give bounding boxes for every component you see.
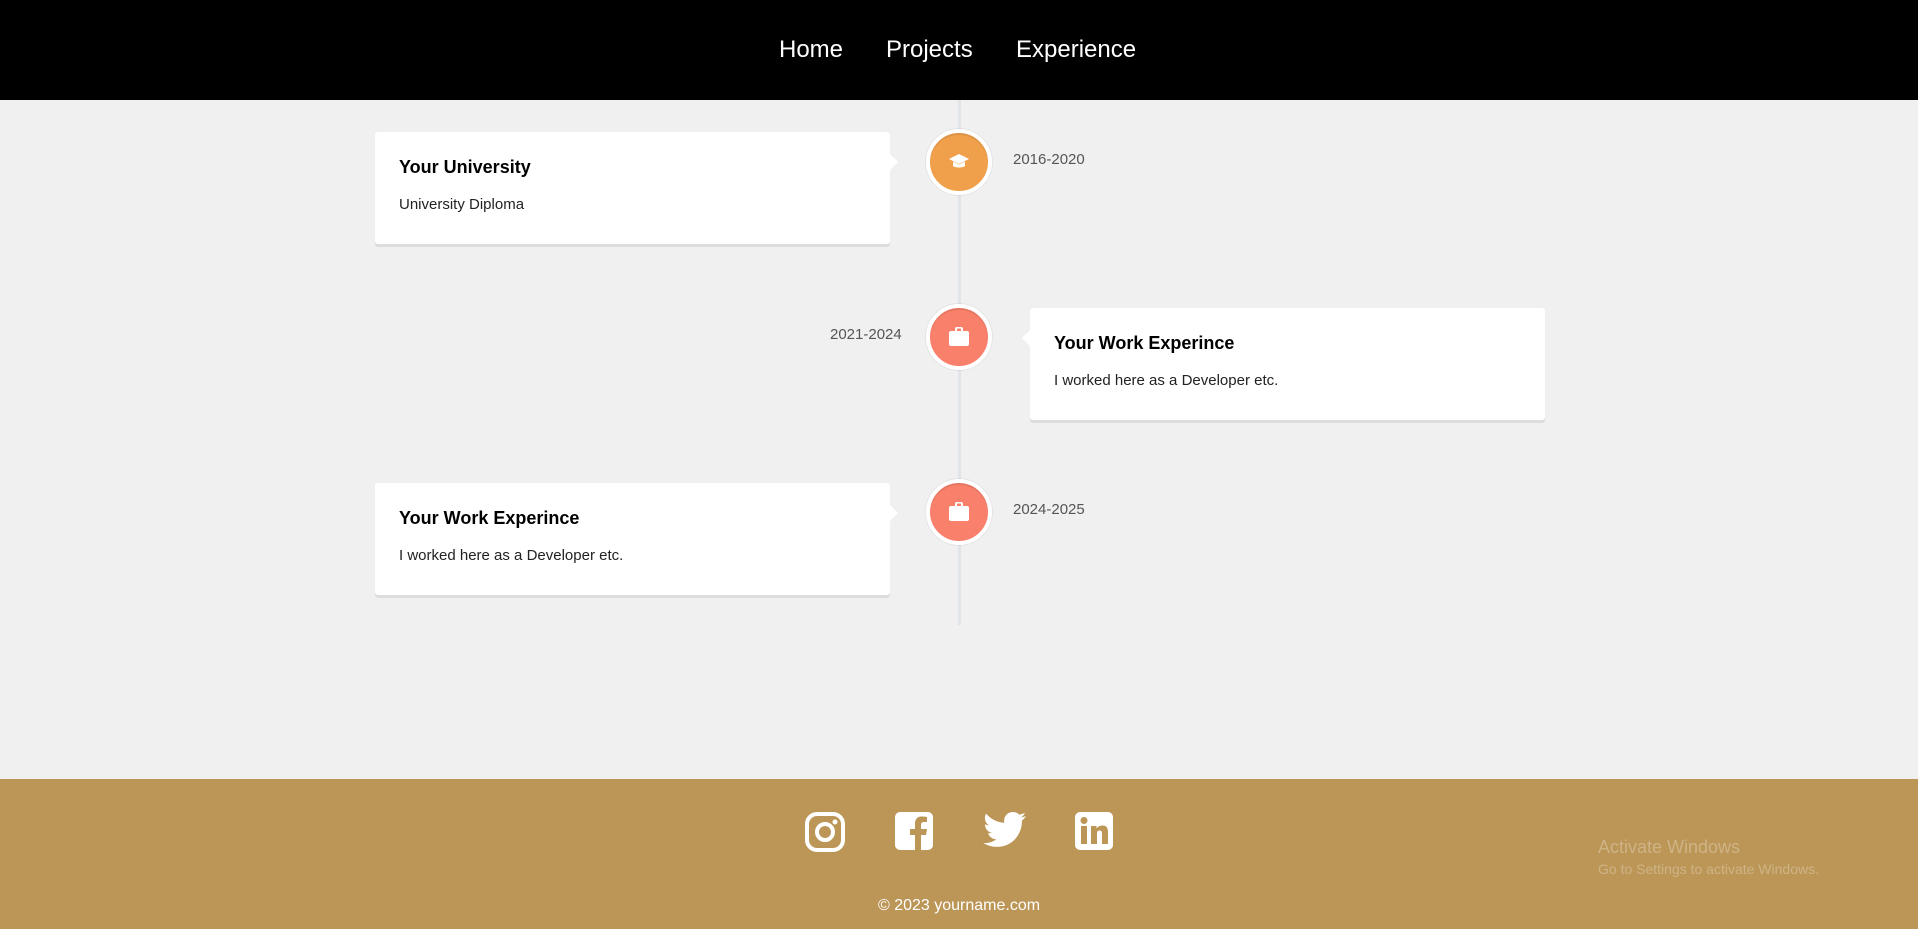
nav-link-experience[interactable]: Experience [1016, 36, 1136, 64]
timeline-card-work-2: Your Work Experince I worked here as a D… [375, 483, 898, 595]
copyright-text: © 2023 yourname.com [877, 897, 1041, 914]
top-navbar: Home Projects Experience [0, 0, 1918, 100]
twitter-icon[interactable] [983, 811, 1026, 853]
facebook-icon[interactable] [894, 811, 936, 853]
timeline-date: 2024-2025 [1013, 501, 1085, 518]
nav-link-home[interactable]: Home [779, 36, 843, 64]
timeline-card-title: Your Work Experince [399, 508, 580, 528]
briefcase-icon [926, 304, 992, 370]
timeline-card-university: Your University University Diploma [375, 132, 898, 244]
footer: © 2023 yourname.com Activate Windows Go … [0, 779, 1918, 929]
activate-windows-watermark: Activate Windows Go to Settings to activ… [1598, 836, 1819, 878]
watermark-subtitle: Go to Settings to activate Windows. [1598, 861, 1819, 877]
nav-link-projects[interactable]: Projects [886, 36, 973, 64]
watermark-title: Activate Windows [1598, 837, 1741, 857]
timeline-card-work-1: Your Work Experince I worked here as a D… [1022, 308, 1545, 420]
timeline-date: 2016-2020 [1013, 151, 1085, 168]
graduation-cap-icon [926, 129, 992, 195]
timeline-card-description: I worked here as a Developer etc. [1054, 372, 1279, 389]
timeline-card-description: University Diploma [399, 196, 525, 213]
linkedin-icon[interactable] [1074, 811, 1116, 853]
timeline-card-description: I worked here as a Developer etc. [399, 547, 624, 564]
timeline-card-title: Your Work Experince [1054, 333, 1235, 353]
instagram-icon[interactable] [804, 811, 846, 853]
timeline-card-title: Your University [399, 157, 531, 177]
timeline-date: 2021-2024 [830, 326, 902, 343]
briefcase-icon [926, 479, 992, 545]
